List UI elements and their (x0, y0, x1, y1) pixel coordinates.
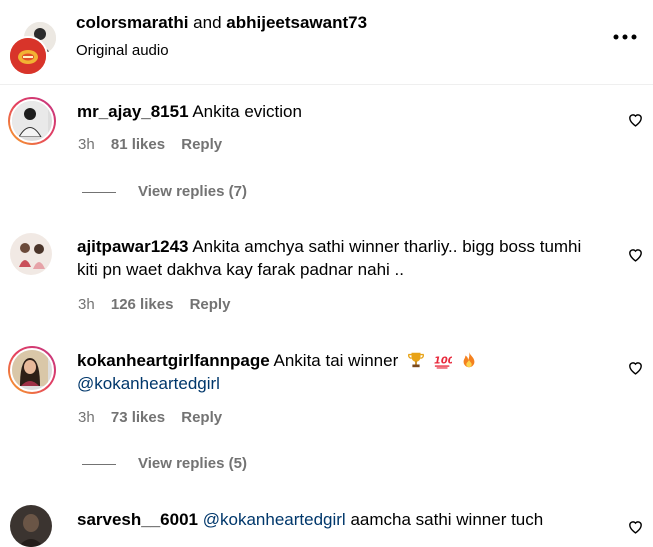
heart-icon[interactable] (627, 111, 644, 128)
post-header: colorsmarathi and abhijeetsawant73 Origi… (0, 0, 653, 85)
fire-emoji (464, 351, 475, 368)
divider-line (82, 191, 116, 193)
comment-time: 3h (78, 296, 95, 313)
trophy-emoji (407, 352, 424, 368)
author-link-2[interactable]: abhijeetsawant73 (226, 13, 367, 32)
hundred-points-emoji: 100 (434, 356, 452, 369)
comment-body: Ankita tai winner (273, 351, 399, 370)
avatar-colorsmarathi (8, 36, 48, 76)
avatar[interactable] (10, 233, 52, 275)
reply-button[interactable]: Reply (190, 296, 231, 313)
comment-username[interactable]: kokanheartgirlfannpage (77, 351, 270, 370)
avatar[interactable] (10, 505, 52, 547)
comment-username[interactable]: ajitpawar1243 (77, 237, 189, 256)
comment-mention[interactable]: @kokanheartedgirl (203, 510, 346, 529)
divider-line (82, 463, 116, 465)
heart-icon[interactable] (627, 246, 644, 263)
avatar[interactable] (8, 97, 56, 145)
comment-likes[interactable]: 126 likes (111, 296, 174, 313)
comment-text: kokanheartgirlfannpage Ankita tai winner… (77, 349, 597, 395)
comment-mention[interactable]: @kokanheartedgirl (77, 374, 220, 393)
view-replies-label: View replies (5) (138, 455, 247, 472)
view-replies-button[interactable]: View replies (7) (82, 183, 247, 200)
comment-time: 3h (78, 136, 95, 153)
author-link-1[interactable]: colorsmarathi (76, 13, 188, 32)
collab-avatars[interactable] (8, 20, 64, 76)
more-horizontal-icon[interactable] (612, 24, 638, 50)
reply-button[interactable]: Reply (181, 136, 222, 153)
avatar[interactable] (8, 346, 56, 394)
view-replies-label: View replies (7) (138, 183, 247, 200)
authors-conjunction: and (193, 13, 222, 32)
audio-label[interactable]: Original audio (76, 42, 169, 59)
post-authors: colorsmarathi and abhijeetsawant73 (76, 13, 367, 33)
comment-username[interactable]: sarvesh__6001 (77, 510, 198, 529)
comment-body: Ankita eviction (192, 102, 302, 121)
heart-icon[interactable] (627, 518, 644, 535)
comment-time: 3h (78, 409, 95, 426)
comment-body: aamcha sathi winner tuch (350, 510, 544, 529)
comment-likes[interactable]: 73 likes (111, 409, 165, 426)
reply-button[interactable]: Reply (181, 409, 222, 426)
comment-text: ajitpawar1243 Ankita amchya sathi winner… (77, 235, 597, 281)
comment-meta: 3h 126 likes Reply (78, 296, 242, 313)
comment-likes[interactable]: 81 likes (111, 136, 165, 153)
heart-icon[interactable] (627, 359, 644, 376)
view-replies-button[interactable]: View replies (5) (82, 455, 247, 472)
comment-text: sarvesh__6001 @kokanheartedgirl aamcha s… (77, 508, 597, 531)
comment-text: mr_ajay_8151 Ankita eviction (77, 100, 597, 123)
comment-meta: 3h 73 likes Reply (78, 409, 234, 426)
comment-username[interactable]: mr_ajay_8151 (77, 102, 189, 121)
comment-meta: 3h 81 likes Reply (78, 136, 234, 153)
svg-text:100: 100 (434, 356, 452, 367)
